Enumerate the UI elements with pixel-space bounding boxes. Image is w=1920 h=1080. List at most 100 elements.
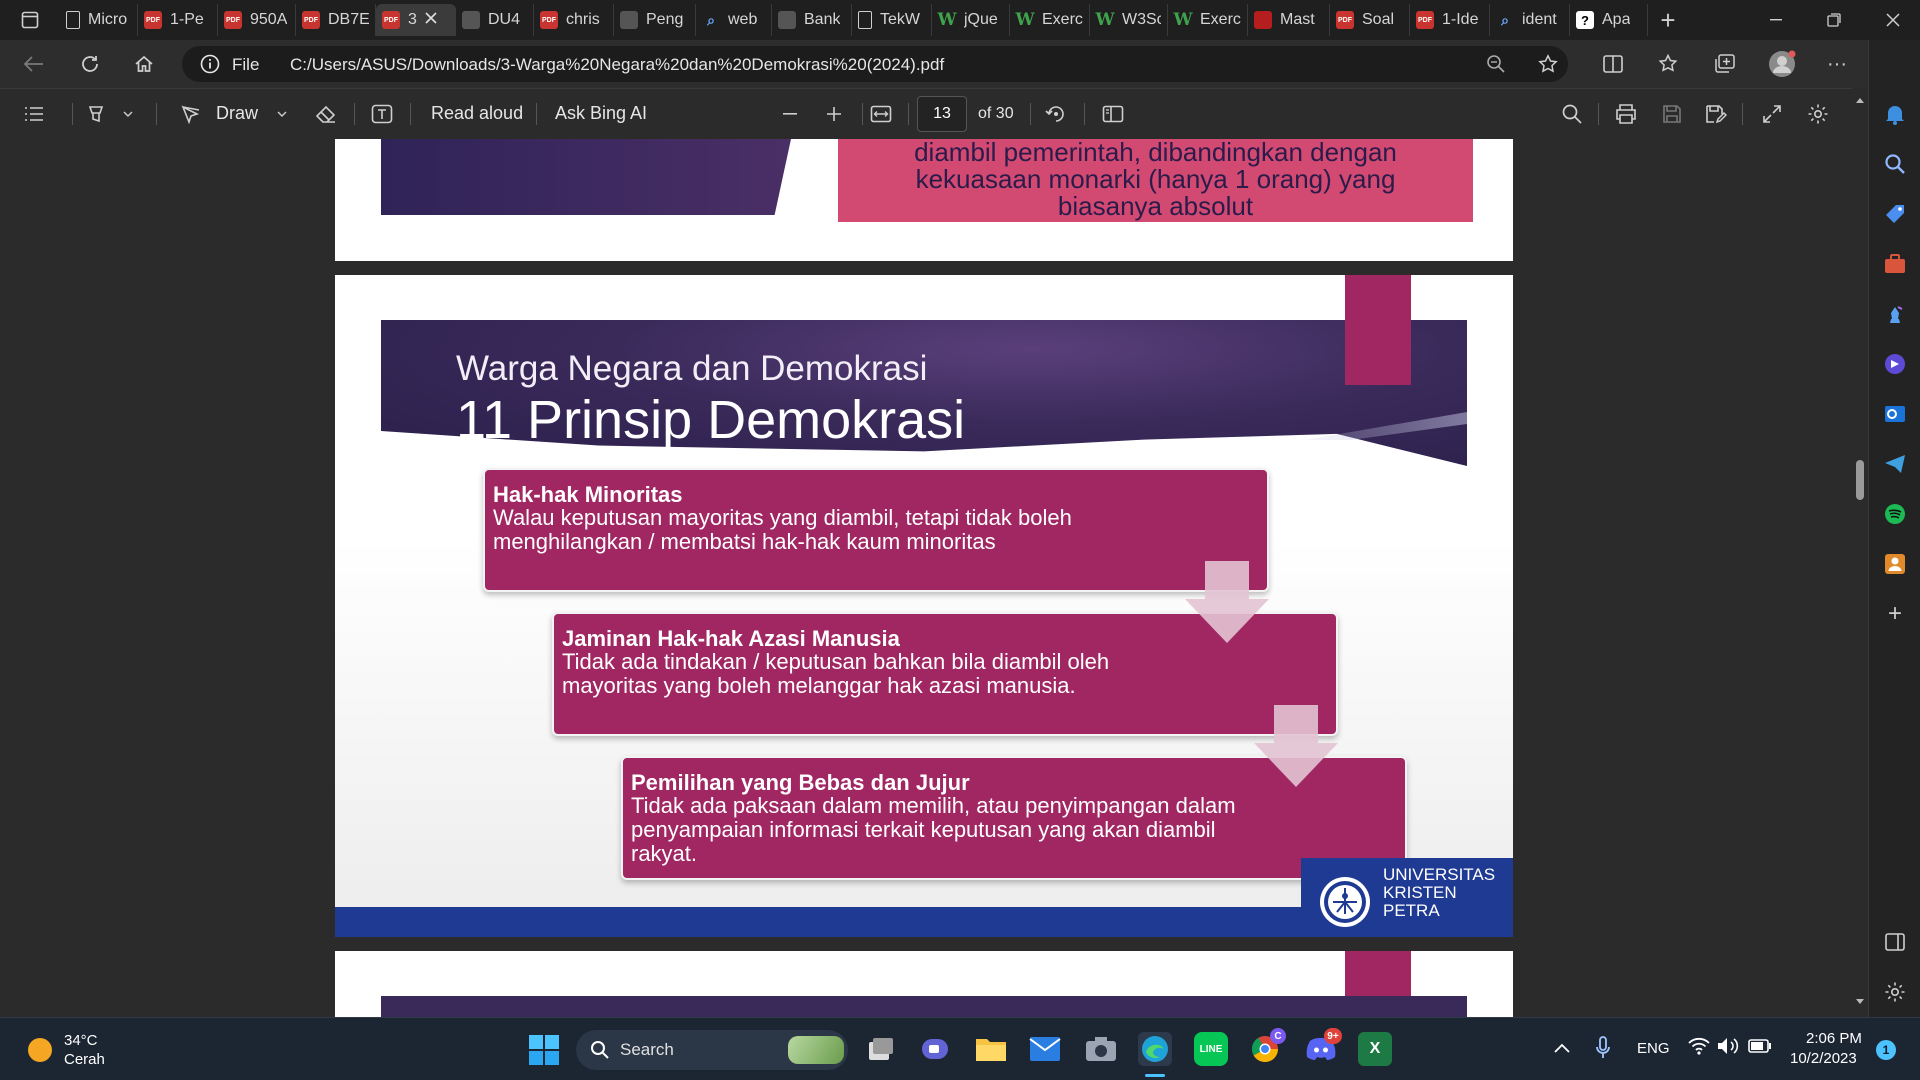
tab-item[interactable]: WjQue	[932, 4, 1010, 36]
contents-list-icon[interactable]	[20, 101, 48, 127]
start-windows-icon[interactable]	[528, 1034, 560, 1066]
show-hidden-icons-icon[interactable]	[1554, 1040, 1570, 1058]
tab-item[interactable]: PDF 950A	[218, 4, 296, 36]
weather-widget[interactable]: 34°C Cerah	[24, 1032, 134, 1068]
settings-gear-icon[interactable]	[1804, 101, 1832, 127]
task-view-icon[interactable]	[864, 1032, 898, 1066]
language-indicator[interactable]: ENG	[1637, 1040, 1670, 1057]
chrome-icon[interactable]: C	[1248, 1028, 1286, 1066]
back-icon[interactable]	[16, 48, 52, 80]
tab-item[interactable]: DU4	[456, 4, 534, 36]
refresh-icon[interactable]	[72, 48, 108, 80]
clock-time[interactable]: 2:06 PM	[1806, 1030, 1862, 1047]
tab-item[interactable]: W Exerc	[1010, 4, 1090, 36]
draw-pen-icon[interactable]	[178, 101, 204, 127]
discord-icon[interactable]: 9+	[1304, 1028, 1342, 1066]
vertical-scrollbar[interactable]	[1852, 88, 1868, 1017]
scroll-down-icon[interactable]	[1855, 998, 1865, 1006]
teams-chat-icon[interactable]	[918, 1032, 952, 1066]
tab-item[interactable]: PDF DB7E	[296, 4, 376, 36]
profile-avatar-icon[interactable]	[1766, 49, 1798, 79]
sidebar-settings-gear-icon[interactable]	[1881, 978, 1909, 1006]
taskbar-search-box[interactable]: Search	[576, 1030, 848, 1070]
notification-bell-icon[interactable]	[1881, 100, 1909, 128]
battery-icon[interactable]	[1748, 1038, 1772, 1059]
search-icon[interactable]	[1881, 150, 1909, 178]
tab-item[interactable]: Peng	[614, 4, 696, 36]
tab-item[interactable]: W W3Sc	[1090, 4, 1168, 36]
tab-item[interactable]: ⌕ web	[696, 4, 772, 36]
collections-icon[interactable]	[1710, 50, 1740, 78]
shopping-tag-icon[interactable]	[1881, 200, 1909, 228]
tab-item[interactable]: Micro	[60, 4, 138, 36]
save-icon[interactable]	[1658, 101, 1686, 127]
clock-date[interactable]: 10/2/2023	[1790, 1050, 1857, 1067]
pdf-viewer[interactable]: diambil pemerintah, dibandingkan dengan k…	[0, 139, 1852, 1017]
tab-item[interactable]: PDF Soal	[1330, 4, 1410, 36]
tab-item[interactable]: PDF 1-Pe	[138, 4, 218, 36]
page-number-input[interactable]: 13	[917, 96, 967, 132]
url-text[interactable]: C:/Users/ASUS/Downloads/3-Warga%20Negara…	[290, 55, 944, 75]
zoom-out-icon[interactable]	[776, 101, 804, 127]
fit-width-icon[interactable]	[866, 101, 896, 127]
excel-icon[interactable]: X	[1358, 1032, 1392, 1066]
tab-actions-icon[interactable]	[0, 0, 60, 40]
find-icon[interactable]	[1558, 101, 1586, 127]
tab-item[interactable]: Mast	[1248, 4, 1330, 36]
camera-icon[interactable]	[1084, 1032, 1118, 1066]
close-tab-icon[interactable]	[425, 11, 437, 29]
volume-icon[interactable]	[1716, 1036, 1740, 1061]
home-icon[interactable]	[126, 48, 162, 80]
chevron-down-icon[interactable]	[272, 103, 292, 125]
text-box-icon[interactable]	[368, 101, 396, 127]
tab-item[interactable]: PDF 1-Ide	[1410, 4, 1490, 36]
zoom-out-icon[interactable]	[1484, 52, 1508, 76]
favorites-icon[interactable]	[1654, 50, 1684, 78]
tab-item[interactable]: PDF 3	[376, 4, 456, 36]
send-telegram-icon[interactable]	[1881, 450, 1909, 478]
tab-item[interactable]: W Exerc	[1168, 4, 1248, 36]
copilot-icon[interactable]	[1881, 350, 1909, 378]
restore-icon[interactable]	[1810, 0, 1858, 40]
mail-icon[interactable]	[1028, 1032, 1062, 1066]
highlight-icon[interactable]	[82, 101, 110, 127]
rotate-icon[interactable]	[1042, 101, 1070, 127]
sidebar-toggle-icon[interactable]	[1881, 928, 1909, 956]
tab-item[interactable]: TekW	[852, 4, 932, 36]
microphone-icon[interactable]	[1596, 1036, 1610, 1065]
close-window-icon[interactable]	[1866, 0, 1920, 40]
new-tab-icon[interactable]: +	[1648, 0, 1688, 40]
read-aloud-button[interactable]: Read aloud	[431, 103, 523, 124]
save-as-icon[interactable]	[1702, 101, 1730, 127]
spotify-icon[interactable]	[1881, 500, 1909, 528]
zoom-in-icon[interactable]	[820, 101, 848, 127]
tab-item[interactable]: ? Apa	[1570, 4, 1648, 36]
eraser-icon[interactable]	[312, 101, 340, 127]
notification-count-badge[interactable]: 1	[1876, 1040, 1896, 1060]
file-explorer-icon[interactable]	[974, 1032, 1008, 1066]
ask-bing-ai-button[interactable]: Ask Bing AI	[555, 103, 647, 124]
add-sidebar-app-icon[interactable]: +	[1881, 600, 1909, 628]
info-icon[interactable]	[200, 54, 220, 74]
tab-item[interactable]: ⌕ ident	[1490, 4, 1570, 36]
line-app-icon[interactable]: LINE	[1194, 1032, 1228, 1066]
draw-button[interactable]: Draw	[216, 103, 258, 124]
page-view-icon[interactable]	[1098, 101, 1128, 127]
print-icon[interactable]	[1612, 101, 1640, 127]
minimize-icon[interactable]	[1752, 0, 1800, 40]
scroll-up-icon[interactable]	[1855, 96, 1865, 104]
wifi-icon[interactable]	[1688, 1036, 1710, 1061]
tab-item[interactable]: Bank	[772, 4, 852, 36]
favorite-star-icon[interactable]	[1536, 52, 1560, 76]
tab-item[interactable]: PDF chris	[534, 4, 614, 36]
games-chess-icon[interactable]	[1881, 300, 1909, 328]
tools-briefcase-icon[interactable]	[1881, 250, 1909, 278]
scrollbar-thumb[interactable]	[1856, 460, 1864, 500]
fullscreen-icon[interactable]	[1758, 101, 1786, 127]
contacts-icon[interactable]	[1881, 550, 1909, 578]
outlook-icon[interactable]	[1881, 400, 1909, 428]
edge-browser-icon[interactable]	[1138, 1032, 1172, 1066]
split-screen-icon[interactable]	[1598, 50, 1628, 78]
url-field[interactable]: File C:/Users/ASUS/Downloads/3-Warga%20N…	[182, 46, 1568, 82]
more-options-icon[interactable]: ···	[1822, 50, 1852, 78]
